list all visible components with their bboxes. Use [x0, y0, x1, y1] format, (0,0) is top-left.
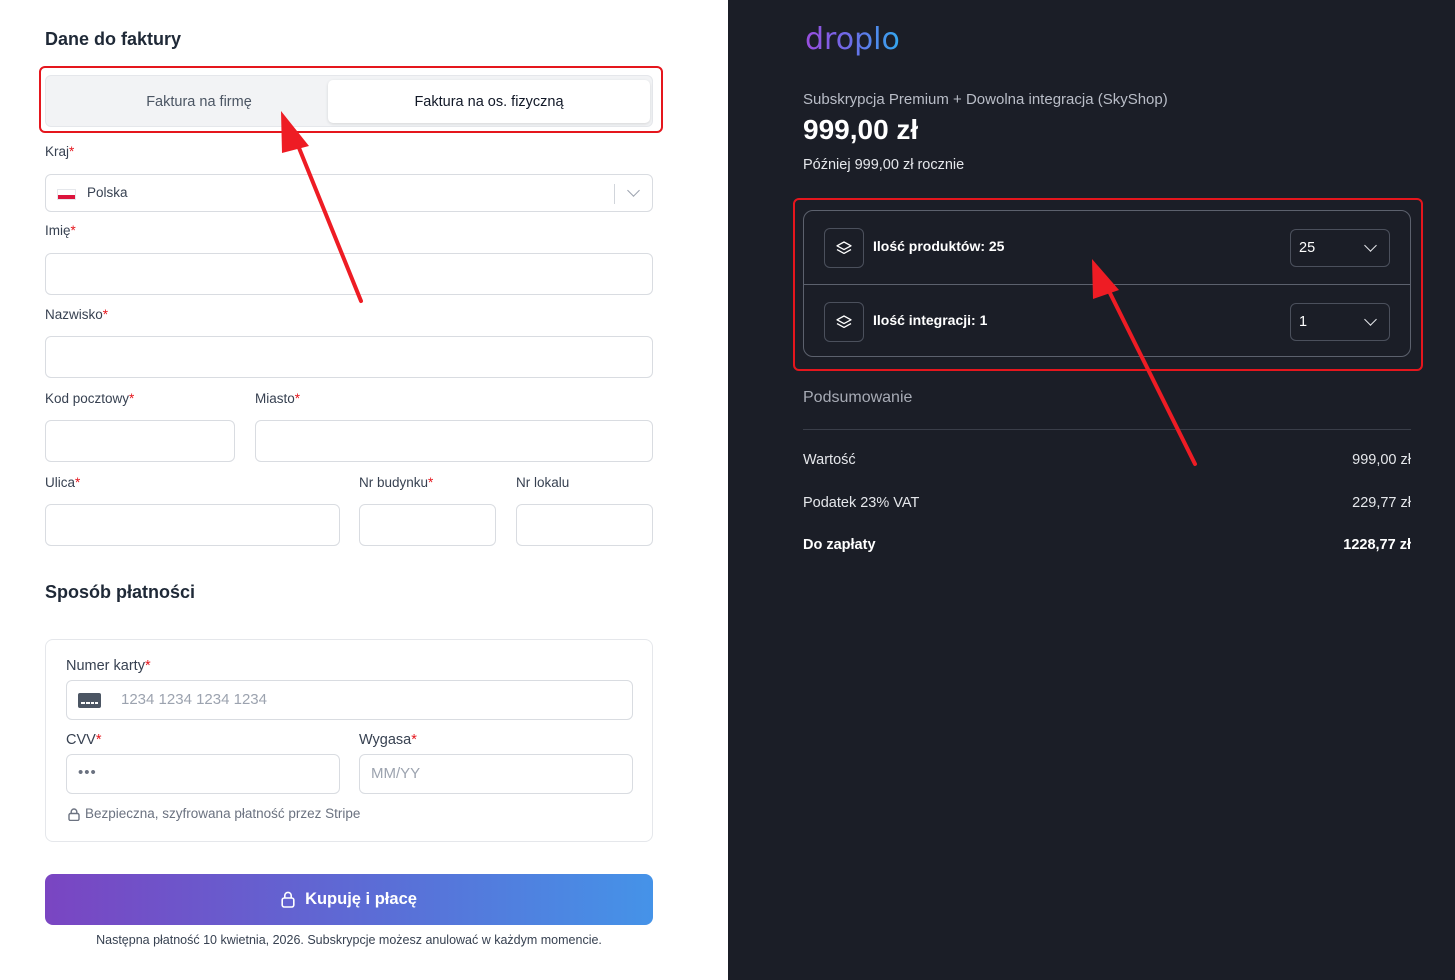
lock-icon — [68, 808, 80, 821]
chevron-down-icon — [627, 184, 640, 197]
cvv-input[interactable]: ••• — [66, 754, 340, 794]
city-label: Miasto* — [255, 391, 301, 406]
chevron-down-icon — [1364, 313, 1377, 326]
renewal-price: Później 999,00 zł rocznie — [803, 157, 965, 173]
chevron-down-icon — [1364, 239, 1377, 252]
last-name-input[interactable] — [45, 336, 653, 378]
integrations-count-select[interactable]: 1 — [1290, 303, 1390, 341]
expiry-label: Wygasa* — [359, 732, 417, 748]
summary-row-net: Wartość 999,00 zł — [803, 452, 1411, 468]
postal-code-input[interactable] — [45, 420, 235, 462]
buy-and-pay-label: Kupuję i płacę — [305, 890, 417, 908]
postal-code-label: Kod pocztowy* — [45, 391, 135, 406]
option-row-integrations: Ilość integracji: 1 1 — [804, 284, 1410, 357]
lock-icon — [281, 891, 295, 908]
cvv-label: CVV* — [66, 732, 102, 748]
summary-row-value: 1228,77 zł — [1343, 537, 1411, 553]
unit-number-label: Nr lokalu — [516, 475, 570, 490]
order-summary-panel: droplo Subskrypcja Premium + Dowolna int… — [728, 0, 1455, 980]
first-name-label: Imię* — [45, 223, 76, 238]
products-count-label: Ilość produktów: 25 — [873, 238, 1005, 254]
summary-row-value: 229,77 zł — [1352, 495, 1411, 511]
unit-number-input[interactable] — [516, 504, 653, 546]
summary-row-vat: Podatek 23% VAT 229,77 zł — [803, 495, 1411, 511]
credit-card-icon — [78, 693, 101, 708]
summary-divider — [803, 429, 1411, 430]
product-price: 999,00 zł — [803, 114, 919, 145]
summary-row-value: 999,00 zł — [1352, 452, 1411, 468]
card-payment-box: Numer karty* 1234 1234 1234 1234 CVV* ••… — [45, 639, 653, 842]
secure-payment-note: Bezpieczna, szyfrowana płatność przez St… — [85, 806, 361, 821]
expiry-input[interactable]: MM/YY — [359, 754, 633, 794]
billing-title: Dane do faktury — [45, 29, 182, 49]
summary-row-label: Wartość — [803, 452, 856, 468]
first-name-input[interactable] — [45, 253, 653, 295]
building-number-input[interactable] — [359, 504, 496, 546]
summary-row-label: Do zapłaty — [803, 537, 876, 553]
integrations-count-label: Ilość integracji: 1 — [873, 312, 988, 328]
country-value: Polska — [87, 185, 128, 200]
card-number-label: Numer karty* — [66, 658, 151, 674]
billing-panel: Dane do faktury Faktura na firmę Faktura… — [0, 0, 728, 980]
street-input[interactable] — [45, 504, 340, 546]
street-label: Ulica* — [45, 475, 81, 490]
option-row-products: Ilość produktów: 25 25 — [804, 211, 1410, 284]
droplo-logo: droplo — [805, 22, 900, 57]
select-divider — [614, 184, 615, 204]
summary-row-label: Podatek 23% VAT — [803, 495, 920, 511]
country-label: Kraj* — [45, 144, 75, 159]
next-payment-note: Następna płatność 10 kwietnia, 2026. Sub… — [96, 933, 602, 947]
expiry-placeholder: MM/YY — [371, 765, 421, 782]
payment-title: Sposób płatności — [45, 582, 196, 602]
integrations-count-value: 1 — [1299, 314, 1308, 330]
plan-options-box: Ilość produktów: 25 25 Ilość integracji:… — [803, 210, 1411, 357]
city-input[interactable] — [255, 420, 653, 462]
last-name-label: Nazwisko* — [45, 307, 109, 322]
poland-flag-icon — [57, 189, 76, 200]
layers-icon — [824, 302, 864, 342]
card-number-placeholder: 1234 1234 1234 1234 — [121, 691, 267, 708]
cvv-placeholder: ••• — [78, 764, 97, 781]
buy-and-pay-button[interactable]: Kupuję i płacę — [45, 874, 653, 925]
card-number-input[interactable]: 1234 1234 1234 1234 — [66, 680, 633, 720]
tab-company-invoice[interactable]: Faktura na firmę — [50, 80, 348, 123]
invoice-type-toggle: Faktura na firmę Faktura na os. fizyczną — [45, 75, 653, 127]
summary-row-total: Do zapłaty 1228,77 zł — [803, 537, 1411, 553]
product-title: Subskrypcja Premium + Dowolna integracja… — [803, 91, 1168, 108]
building-number-label: Nr budynku* — [359, 475, 434, 490]
tab-individual-invoice[interactable]: Faktura na os. fizyczną — [328, 80, 650, 123]
products-count-select[interactable]: 25 — [1290, 229, 1390, 267]
layers-icon — [824, 228, 864, 268]
summary-title: Podsumowanie — [803, 389, 913, 406]
country-select[interactable]: Polska — [45, 174, 653, 212]
products-count-value: 25 — [1299, 240, 1316, 256]
